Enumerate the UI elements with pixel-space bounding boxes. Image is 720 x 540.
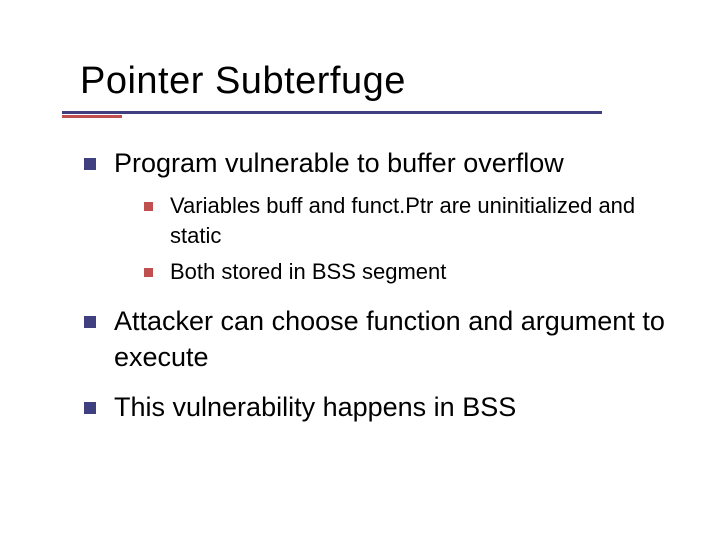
title-underline	[62, 111, 670, 117]
slide-title: Pointer Subterfuge	[80, 60, 670, 103]
rule-long	[62, 111, 602, 114]
sub-bullet-item: Both stored in BSS segment	[142, 257, 670, 287]
sub-bullet-item: Variables buff and funct.Ptr are uniniti…	[142, 191, 670, 250]
bullet-item: This vulnerability happens in BSS	[80, 389, 670, 425]
sub-bullet-list: Variables buff and funct.Ptr are uniniti…	[114, 191, 670, 286]
slide: Pointer Subterfuge Program vulnerable to…	[0, 0, 720, 540]
bullet-list: Program vulnerable to buffer overflow Va…	[80, 145, 670, 426]
bullet-item: Attacker can choose function and argumen…	[80, 303, 670, 376]
sub-bullet-text: Variables buff and funct.Ptr are uniniti…	[170, 193, 635, 248]
bullet-text: Attacker can choose function and argumen…	[114, 306, 665, 372]
bullet-item: Program vulnerable to buffer overflow Va…	[80, 145, 670, 287]
bullet-text: This vulnerability happens in BSS	[114, 392, 516, 422]
rule-short	[62, 115, 122, 118]
sub-bullet-text: Both stored in BSS segment	[170, 259, 446, 284]
bullet-text: Program vulnerable to buffer overflow	[114, 148, 564, 178]
